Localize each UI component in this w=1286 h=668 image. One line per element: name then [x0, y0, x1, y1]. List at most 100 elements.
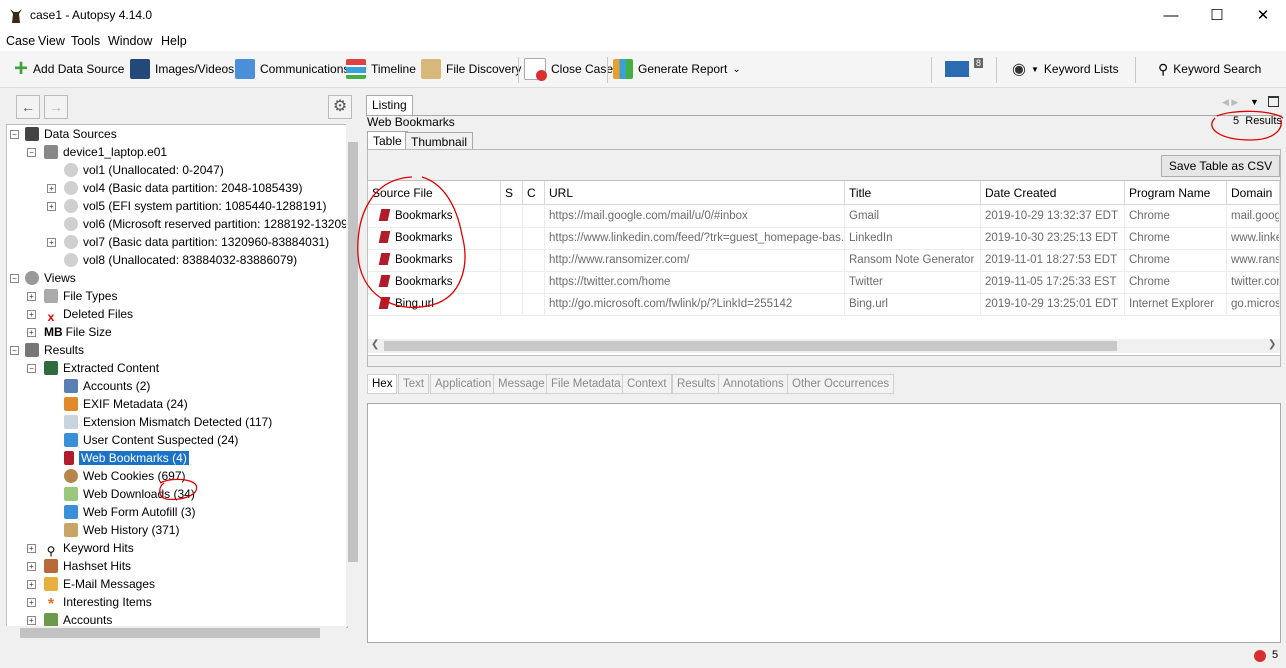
column-header-program-name[interactable]: Program Name	[1125, 181, 1227, 205]
collapse-toggle[interactable]: −	[27, 148, 36, 157]
content-viewer[interactable]	[367, 403, 1281, 643]
communications-button[interactable]: Communications	[235, 51, 349, 87]
tab-text[interactable]: Text	[398, 374, 430, 394]
cell-title: Gmail	[845, 205, 981, 227]
generate-report-button[interactable]: Generate Report ⌄	[613, 51, 741, 87]
collapse-toggle[interactable]: −	[10, 274, 19, 283]
tree-extension-mismatch[interactable]: Extension Mismatch Detected (117)	[64, 413, 272, 431]
tab-application[interactable]: Application	[430, 374, 497, 394]
tree-interesting-items[interactable]: * Interesting Items	[44, 593, 152, 613]
tab-hex[interactable]: Hex	[367, 374, 398, 394]
settings-button[interactable]: ⚙	[328, 95, 352, 119]
expand-toggle[interactable]: +	[27, 562, 36, 571]
expand-toggle[interactable]: +	[27, 328, 36, 337]
tree-device[interactable]: device1_laptop.e01	[44, 143, 167, 161]
back-button[interactable]: ←	[16, 95, 40, 119]
tree-exif-metadata[interactable]: EXIF Metadata (24)	[64, 395, 188, 413]
extracted-content-icon	[44, 361, 58, 375]
tab-listing[interactable]: Listing	[366, 95, 413, 117]
tree-file-types[interactable]: File Types	[44, 287, 117, 305]
tab-other-occurrences[interactable]: Other Occurrences	[787, 374, 895, 394]
tree-extracted-content[interactable]: Extracted Content	[44, 359, 159, 377]
expand-toggle[interactable]: +	[47, 202, 56, 211]
menu-case[interactable]: Case	[6, 34, 35, 48]
expand-toggle[interactable]: +	[47, 238, 56, 247]
table-row[interactable]: Bookmarks https://www.linkedin.com/feed/…	[368, 227, 1280, 250]
tree-volume[interactable]: vol6 (Microsoft reserved partition: 1288…	[64, 215, 347, 233]
keyword-lists-button[interactable]: ◉ ▼ Keyword Lists	[1012, 51, 1119, 87]
keyword-search-button[interactable]: ⚲ Keyword Search	[1158, 51, 1261, 87]
expand-toggle[interactable]: +	[27, 580, 36, 589]
tree-volume[interactable]: vol8 (Unallocated: 83884032-83886079)	[64, 251, 297, 269]
tree-data-sources[interactable]: Data Sources	[25, 125, 117, 143]
tree-views[interactable]: Views	[25, 269, 76, 287]
menu-tools[interactable]: Tools	[71, 34, 100, 48]
table-row[interactable]: Bing.url http://go.microsoft.com/fwlink/…	[368, 293, 1280, 316]
messages-button[interactable]: 8	[945, 51, 984, 87]
column-header-date-created[interactable]: Date Created	[981, 181, 1125, 205]
tree-accounts-item[interactable]: Accounts (2)	[64, 377, 150, 395]
tree-volume[interactable]: vol4 (Basic data partition: 2048-1085439…	[64, 179, 302, 197]
tree-email-messages[interactable]: E-Mail Messages	[44, 575, 155, 593]
tree-horizontal-scrollbar[interactable]	[6, 626, 346, 640]
column-header-title[interactable]: Title	[845, 181, 981, 205]
column-header-url[interactable]: URL	[545, 181, 845, 205]
tree-web-history[interactable]: Web History (371)	[64, 521, 179, 539]
column-header-s[interactable]: S	[501, 181, 523, 205]
tree-web-bookmarks[interactable]: Web Bookmarks (4)	[64, 449, 189, 467]
table-horizontal-scrollbar[interactable]: ❮ ❯	[368, 339, 1280, 353]
tree-deleted-files[interactable]: x Deleted Files	[44, 305, 133, 324]
tab-table[interactable]: Table	[367, 131, 408, 151]
close-window-button[interactable]: ✕	[1240, 0, 1286, 31]
forward-button[interactable]: →	[44, 95, 68, 119]
tab-annotations[interactable]: Annotations	[718, 374, 789, 394]
expand-toggle[interactable]: +	[27, 292, 36, 301]
directory-tree[interactable]: − Data Sources − device1_laptop.e01 vol1…	[6, 124, 348, 628]
collapse-toggle[interactable]: −	[10, 130, 19, 139]
scrollbar-thumb[interactable]	[384, 341, 1117, 351]
table-row[interactable]: Bookmarks https://mail.google.com/mail/u…	[368, 205, 1280, 228]
maximize-button[interactable]: ☐	[1194, 0, 1240, 31]
collapse-toggle[interactable]: −	[10, 346, 19, 355]
add-data-source-button[interactable]: + Add Data Source	[14, 51, 124, 87]
chevron-left-icon[interactable]: ❮	[371, 339, 379, 350]
tree-keyword-hits[interactable]: ⚲ Keyword Hits	[44, 539, 134, 558]
column-header-domain[interactable]: Domain	[1227, 181, 1280, 205]
tab-results[interactable]: Results	[672, 374, 721, 394]
column-header-c[interactable]: C	[523, 181, 545, 205]
tree-hashset-hits[interactable]: Hashset Hits	[44, 557, 131, 575]
close-case-button[interactable]: Close Case	[524, 51, 613, 87]
images-videos-button[interactable]: Images/Videos	[130, 51, 234, 87]
menu-help[interactable]: Help	[161, 34, 187, 48]
tree-results[interactable]: Results	[25, 341, 84, 359]
error-icon[interactable]	[1254, 650, 1266, 662]
tree-file-size[interactable]: MB File Size	[44, 323, 112, 341]
collapse-toggle[interactable]: −	[27, 364, 36, 373]
expand-toggle[interactable]: +	[27, 616, 36, 625]
expand-toggle[interactable]: +	[47, 184, 56, 193]
tree-volume[interactable]: vol5 (EFI system partition: 1085440-1288…	[64, 197, 326, 215]
tab-file-metadata[interactable]: File Metadata	[546, 374, 626, 394]
timeline-button[interactable]: Timeline	[346, 51, 416, 87]
tree-user-content-suspected[interactable]: User Content Suspected (24)	[64, 431, 238, 449]
volume-icon	[64, 163, 78, 177]
results-table[interactable]: Source File S C URL Title Date Created P…	[357, 176, 1281, 356]
menu-window[interactable]: Window	[108, 34, 152, 48]
tree-volume[interactable]: vol1 (Unallocated: 0-2047)	[64, 161, 224, 179]
tab-message[interactable]: Message	[493, 374, 550, 394]
file-discovery-button[interactable]: File Discovery	[421, 51, 521, 87]
expand-toggle[interactable]: +	[27, 598, 36, 607]
save-table-csv-button[interactable]: Save Table as CSV	[1161, 155, 1280, 177]
table-row[interactable]: Bookmarks https://twitter.com/home Twitt…	[368, 271, 1280, 294]
minimize-button[interactable]: —	[1148, 0, 1194, 31]
tab-context[interactable]: Context	[622, 374, 672, 394]
scrollbar-thumb[interactable]	[20, 628, 320, 638]
expand-toggle[interactable]: +	[27, 544, 36, 553]
eye-icon: ◉	[1012, 61, 1026, 78]
table-row[interactable]: Bookmarks http://www.ransomizer.com/ Ran…	[368, 249, 1280, 272]
chevron-right-icon[interactable]: ❯	[1268, 339, 1276, 350]
tree-volume[interactable]: vol7 (Basic data partition: 1320960-8388…	[64, 233, 329, 251]
expand-toggle[interactable]: +	[27, 310, 36, 319]
menu-view[interactable]: View	[38, 34, 65, 48]
cell-title: Bing.url	[845, 293, 981, 315]
